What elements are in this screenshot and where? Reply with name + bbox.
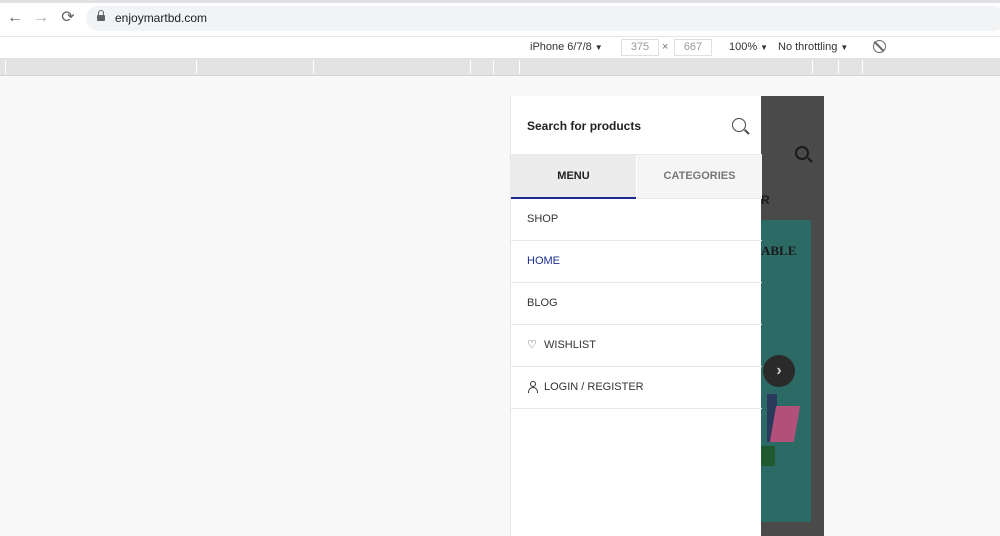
media-query-ruler[interactable]: [0, 58, 1000, 76]
dimension-separator: ×: [662, 41, 669, 53]
browser-toolbar: ← → ⟳ enjoymartbd.com: [0, 0, 1000, 36]
menu-item-login-register[interactable]: LOGIN / REGISTER: [511, 367, 762, 409]
menu-item-label: HOME: [527, 255, 560, 267]
search-placeholder: Search for products: [527, 119, 642, 133]
menu-item-blog[interactable]: BLOG: [511, 283, 762, 325]
lock-icon[interactable]: [97, 10, 105, 22]
width-input[interactable]: 375: [621, 39, 659, 56]
search-input[interactable]: Search for products: [511, 96, 762, 155]
search-icon[interactable]: [732, 118, 746, 132]
zoom-value: 100%: [729, 41, 758, 53]
menu-item-label: LOGIN / REGISTER: [544, 381, 644, 393]
ruler-tick: [862, 60, 863, 74]
page-overlay[interactable]: R ABLE ›: [761, 96, 824, 536]
address-bar[interactable]: enjoymartbd.com: [86, 6, 1000, 31]
tab-strip-edge: [0, 0, 1000, 3]
ruler-tick: [493, 60, 494, 74]
ruler-tick: [812, 60, 813, 74]
throttling-select[interactable]: No throttling ▼: [778, 41, 848, 53]
rotate-icon[interactable]: [873, 40, 886, 53]
menu-item-wishlist[interactable]: ♡ WISHLIST: [511, 325, 762, 367]
ruler-tick: [313, 60, 314, 74]
zoom-select[interactable]: 100% ▼: [729, 41, 768, 53]
device-viewport-area: [0, 76, 1000, 536]
chevron-down-icon: ▼: [594, 43, 603, 52]
chevron-down-icon: ▼: [760, 43, 769, 52]
banner-figure: [761, 446, 775, 466]
device-toolbar: iPhone 6/7/8 ▼ 375 × 667 100% ▼ No throttl…: [0, 36, 1000, 58]
ruler-tick: [470, 60, 471, 74]
mobile-side-menu: Search for products MENU CATEGORIES SHOP…: [510, 96, 762, 536]
chevron-right-icon: ›: [763, 355, 795, 387]
tab-menu[interactable]: MENU: [511, 155, 636, 199]
menu-item-home[interactable]: HOME: [511, 241, 762, 283]
device-select[interactable]: iPhone 6/7/8 ▼: [530, 41, 603, 53]
ruler-tick: [519, 60, 520, 74]
back-arrow-icon[interactable]: ←: [6, 9, 24, 27]
url-text[interactable]: enjoymartbd.com: [115, 11, 207, 25]
user-icon: [528, 381, 538, 393]
partial-banner-text: ABLE: [761, 243, 797, 258]
throttling-value: No throttling: [778, 41, 838, 53]
menu-item-label: WISHLIST: [544, 339, 596, 351]
menu-item-label: SHOP: [527, 213, 559, 225]
device-name: iPhone 6/7/8: [530, 41, 592, 53]
height-input[interactable]: 667: [674, 39, 712, 56]
tab-categories[interactable]: CATEGORIES: [637, 155, 762, 199]
menu-item-shop[interactable]: SHOP: [511, 199, 762, 241]
menu-item-label: BLOG: [527, 297, 558, 309]
partial-menu-text: R: [761, 193, 770, 207]
ruler-tick: [838, 60, 839, 74]
menu-tabs: MENU CATEGORIES: [511, 155, 762, 199]
heart-icon: ♡: [527, 339, 537, 351]
forward-arrow-icon[interactable]: →: [32, 9, 50, 27]
header-search-icon: [795, 146, 809, 160]
chevron-down-icon: ▼: [840, 43, 849, 52]
menu-list: SHOP HOME BLOG ♡ WISHLIST LOGIN / REGIST…: [511, 199, 762, 409]
ruler-tick: [5, 60, 6, 74]
reload-icon[interactable]: ⟳: [59, 9, 77, 27]
ruler-tick: [196, 60, 197, 74]
